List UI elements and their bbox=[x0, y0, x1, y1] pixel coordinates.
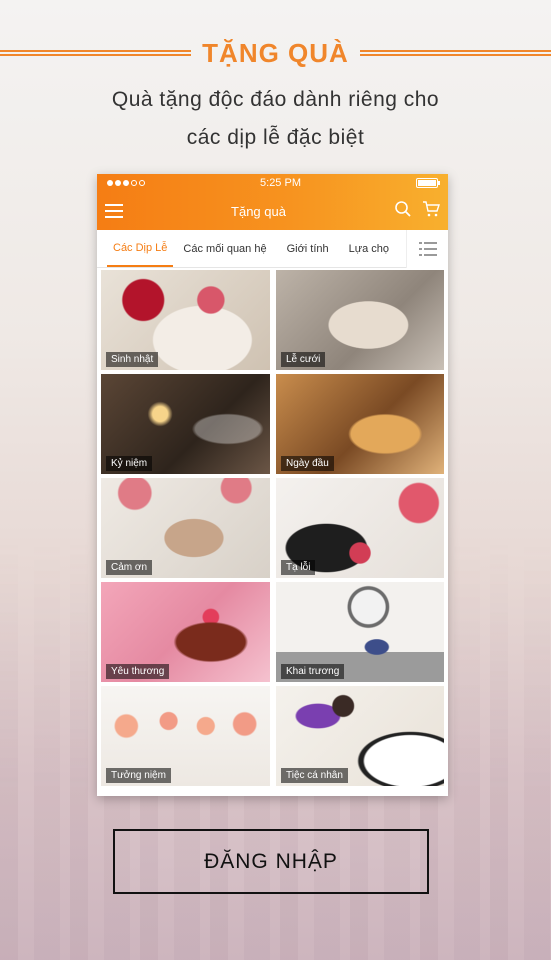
category-tabs: Các Dịp Lễ Các mối quan hệ Giới tính Lựa… bbox=[97, 230, 448, 268]
app-bar: 5:25 PM Tặng quà bbox=[97, 174, 448, 230]
category-label: Kỷ niệm bbox=[106, 456, 153, 471]
page-title: TẶNG QUÀ bbox=[202, 37, 349, 68]
category-love[interactable]: Yêu thương bbox=[101, 582, 270, 682]
category-thank-you[interactable]: Cảm ơn bbox=[101, 478, 270, 578]
tab-occasions[interactable]: Các Dịp Lễ bbox=[107, 230, 174, 267]
title-row: TẶNG QUÀ bbox=[0, 36, 551, 70]
status-time: 5:25 PM bbox=[260, 177, 301, 189]
category-grand-opening[interactable]: Khai trương bbox=[276, 582, 444, 682]
category-apology[interactable]: Tạ lỗi bbox=[276, 478, 444, 578]
subtitle-line-1: Quà tặng độc đáo dành riêng cho bbox=[111, 88, 440, 111]
category-personal-party[interactable]: Tiệc cá nhân bbox=[276, 686, 444, 786]
title-decor-left bbox=[0, 50, 191, 56]
battery-icon bbox=[416, 178, 440, 188]
menu-icon[interactable] bbox=[105, 204, 123, 218]
login-button[interactable]: ĐĂNG NHẬP bbox=[113, 829, 429, 894]
category-label: Lễ cưới bbox=[281, 352, 326, 367]
status-bar: 5:25 PM bbox=[97, 174, 448, 192]
category-birthday[interactable]: Sinh nhật bbox=[101, 270, 270, 370]
screen-title: Tặng quà bbox=[231, 203, 286, 219]
category-first-day[interactable]: Ngày đầu bbox=[276, 374, 444, 474]
signal-icon bbox=[107, 180, 145, 186]
phone-mockup: 5:25 PM Tặng quà Các Dịp Lễ Các mối quan… bbox=[97, 174, 448, 796]
category-label: Tưởng niệm bbox=[106, 768, 171, 783]
title-decor-right bbox=[360, 50, 551, 56]
nav-actions bbox=[394, 200, 440, 223]
category-grid: Sinh nhật Lễ cưới Kỷ niệm Ngày đầu Cảm ơ… bbox=[97, 268, 448, 788]
category-label: Yêu thương bbox=[106, 664, 170, 679]
category-label: Tiệc cá nhân bbox=[281, 768, 348, 783]
category-label: Tạ lỗi bbox=[281, 560, 316, 575]
cart-icon[interactable] bbox=[422, 200, 440, 223]
nav-bar: Tặng quà bbox=[97, 192, 448, 230]
category-wedding[interactable]: Lễ cưới bbox=[276, 270, 444, 370]
category-label: Khai trương bbox=[281, 664, 345, 679]
category-label: Ngày đầu bbox=[281, 456, 334, 471]
tab-choices[interactable]: Lựa chọ bbox=[339, 230, 399, 267]
list-view-icon[interactable] bbox=[406, 230, 448, 268]
category-memorial[interactable]: Tưởng niệm bbox=[101, 686, 270, 786]
search-icon[interactable] bbox=[394, 200, 412, 223]
category-label: Cảm ơn bbox=[106, 560, 153, 575]
tab-gender[interactable]: Giới tính bbox=[277, 230, 339, 267]
category-anniversary[interactable]: Kỷ niệm bbox=[101, 374, 270, 474]
subtitle-line-2: các dịp lễ đặc biệt bbox=[186, 126, 365, 149]
category-label: Sinh nhật bbox=[106, 352, 159, 367]
tab-relationships[interactable]: Các mối quan hệ bbox=[173, 230, 276, 267]
